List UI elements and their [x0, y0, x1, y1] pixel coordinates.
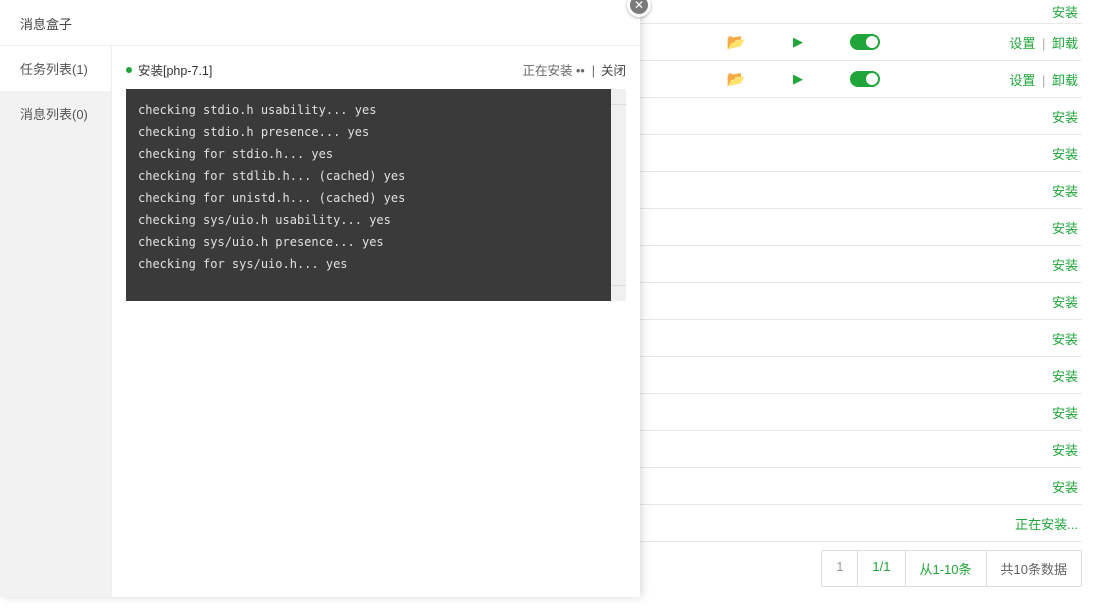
install-link[interactable]: 安装 — [1052, 147, 1078, 162]
sidebar-item-messages[interactable]: 消息列表(0) — [0, 91, 111, 136]
page-count: 共10条数据 — [987, 551, 1081, 586]
log-line: checking stdio.h presence... yes — [138, 121, 614, 143]
install-link[interactable]: 安装 — [1052, 110, 1078, 125]
play-icon[interactable]: ▶ — [793, 71, 803, 87]
uninstall-link[interactable]: 卸载 — [1052, 36, 1078, 51]
status-dot-icon — [126, 67, 132, 73]
log-line: checking for stdio.h... yes — [138, 143, 614, 165]
separator: | — [1035, 36, 1052, 51]
installing-link[interactable]: 正在安装... — [1015, 517, 1078, 532]
separator: | — [1035, 73, 1052, 88]
toggle-switch[interactable] — [850, 34, 880, 50]
install-link[interactable]: 安装 — [1052, 406, 1078, 421]
install-log[interactable]: checking stdio.h usability... yescheckin… — [126, 89, 626, 301]
log-line: checking sys/uio.h usability... yes — [138, 209, 614, 231]
install-link[interactable]: 安装 — [1052, 221, 1078, 236]
pagination: 1 1/1 从1-10条 共10条数据 — [821, 550, 1082, 587]
log-line: checking for sys/uio.h... yes — [138, 253, 614, 275]
modal-body: 任务列表(1) 消息列表(0) 安装[php-7.1] 正在安装 •• | 关闭… — [0, 46, 640, 597]
modal-title: 消息盒子 — [0, 0, 640, 46]
modal-sidebar: 任务列表(1) 消息列表(0) — [0, 46, 112, 597]
page-current: 1 — [822, 551, 858, 586]
play-icon[interactable]: ▶ — [793, 34, 803, 50]
install-link[interactable]: 安装 — [1052, 184, 1078, 199]
task-close-link[interactable]: 关闭 — [601, 60, 626, 79]
task-status: 正在安装 •• | — [523, 60, 595, 79]
settings-link[interactable]: 设置 — [1009, 73, 1035, 88]
install-link[interactable]: 安装 — [1052, 369, 1078, 384]
install-link[interactable]: 安装 — [1052, 332, 1078, 347]
page-range[interactable]: 从1-10条 — [906, 551, 987, 586]
toggle-switch[interactable] — [850, 71, 880, 87]
install-link[interactable]: 安装 — [1052, 5, 1078, 20]
folder-icon[interactable]: 📂 — [727, 33, 746, 51]
scrollbar[interactable] — [611, 89, 626, 301]
log-line: checking for unistd.h... (cached) yes — [138, 187, 614, 209]
install-link[interactable]: 安装 — [1052, 443, 1078, 458]
uninstall-link[interactable]: 卸载 — [1052, 73, 1078, 88]
task-header: 安装[php-7.1] 正在安装 •• | 关闭 — [126, 60, 626, 79]
sidebar-item-tasks[interactable]: 任务列表(1) — [0, 46, 111, 91]
page-total[interactable]: 1/1 — [858, 551, 905, 586]
log-line: checking stdio.h usability... yes — [138, 99, 614, 121]
settings-link[interactable]: 设置 — [1009, 36, 1035, 51]
install-link[interactable]: 安装 — [1052, 480, 1078, 495]
folder-icon[interactable]: 📂 — [727, 70, 746, 88]
install-link[interactable]: 安装 — [1052, 258, 1078, 273]
log-line: checking sys/uio.h presence... yes — [138, 231, 614, 253]
modal-main: 安装[php-7.1] 正在安装 •• | 关闭 checking stdio.… — [112, 46, 640, 597]
log-line: checking for stdlib.h... (cached) yes — [138, 165, 614, 187]
install-link[interactable]: 安装 — [1052, 295, 1078, 310]
task-title: 安装[php-7.1] — [138, 60, 523, 79]
message-box-modal: 消息盒子 任务列表(1) 消息列表(0) 安装[php-7.1] 正在安装 ••… — [0, 0, 640, 597]
